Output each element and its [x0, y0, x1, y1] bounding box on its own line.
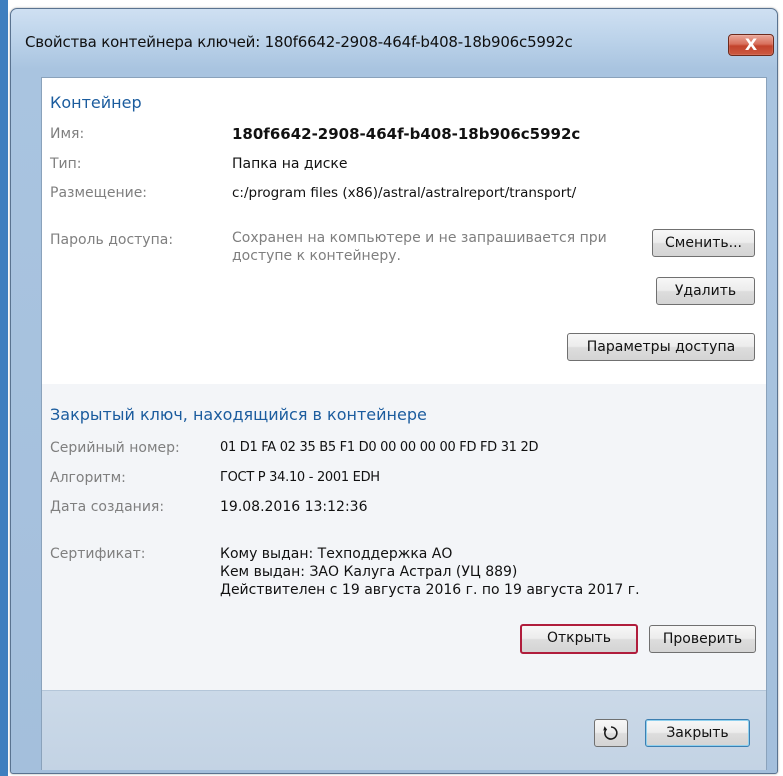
serial-label: Серийный номер:: [50, 440, 180, 456]
created-value: 19.08.2016 13:12:36: [220, 499, 368, 515]
serial-value: 01 D1 FA 02 35 B5 F1 D0 00 00 00 00 FD F…: [220, 440, 539, 455]
window-close-button[interactable]: X: [728, 34, 774, 56]
created-label: Дата создания:: [50, 499, 165, 515]
desktop-background: [0, 0, 8, 776]
algorithm-label: Алгоритм:: [50, 470, 126, 486]
private-key-section: Закрытый ключ, находящийся в контейнере …: [42, 384, 766, 690]
certificate-label: Сертификат:: [50, 546, 146, 562]
window-title: Свойства контейнера ключей: 180f6642-290…: [25, 33, 573, 51]
change-password-button[interactable]: Сменить...: [652, 229, 755, 257]
refresh-icon: [603, 726, 618, 740]
verify-certificate-button[interactable]: Проверить: [649, 625, 756, 653]
certificate-validity: Действителен с 19 августа 2016 г. по 19 …: [220, 582, 640, 598]
location-label: Размещение:: [50, 185, 148, 201]
password-status-line2: доступе к контейнеру.: [232, 248, 401, 264]
close-button[interactable]: Закрыть: [645, 719, 750, 747]
dialog-content: Контейнер Имя: 180f6642-2908-464f-b408-1…: [41, 77, 767, 770]
private-key-section-heading: Закрытый ключ, находящийся в контейнере: [50, 405, 427, 424]
certificate-issued-by: Кем выдан: ЗАО Калуга Астрал (УЦ 889): [220, 564, 518, 580]
dialog-footer: Закрыть: [42, 690, 766, 770]
access-parameters-button[interactable]: Параметры доступа: [567, 333, 755, 361]
name-value: 180f6642-2908-464f-b408-18b906c5992c: [232, 125, 581, 143]
certificate-issued-to: Кому выдан: Техподдержка АО: [220, 546, 453, 562]
algorithm-value: ГОСТ Р 34.10 - 2001 EDH: [220, 470, 380, 485]
container-section-heading: Контейнер: [50, 93, 142, 112]
type-value: Папка на диске: [232, 156, 348, 172]
password-status-line1: Сохранен на компьютере и не запрашиваетс…: [232, 230, 607, 246]
location-value: c:/program files (x86)/astral/astralrepo…: [232, 185, 577, 201]
delete-password-button[interactable]: Удалить: [656, 277, 755, 305]
refresh-button[interactable]: [594, 719, 628, 747]
open-certificate-button[interactable]: Открыть: [520, 624, 638, 654]
password-label: Пароль доступа:: [50, 232, 174, 248]
type-label: Тип:: [50, 156, 82, 172]
name-label: Имя:: [50, 126, 85, 142]
